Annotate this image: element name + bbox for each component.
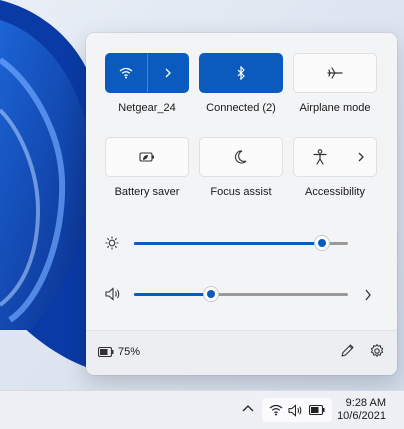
system-tray-button[interactable] xyxy=(262,398,332,422)
accessibility-expand-button[interactable] xyxy=(346,138,376,176)
battery-percent: 75% xyxy=(118,346,141,358)
wifi-label: Netgear_24 xyxy=(118,102,176,114)
chevron-right-icon xyxy=(365,289,371,301)
accessibility-icon xyxy=(313,149,327,165)
brightness-thumb[interactable] xyxy=(315,236,329,250)
quick-settings-panel: Netgear_24 Connected (2) Airplane mode B… xyxy=(86,33,397,375)
speaker-icon[interactable] xyxy=(105,287,121,301)
brightness-row xyxy=(104,232,384,256)
clock-time: 9:28 AM xyxy=(345,397,386,409)
speaker-icon xyxy=(288,403,303,417)
brightness-fill xyxy=(134,242,322,245)
battery-saver-icon xyxy=(139,152,155,162)
battery-icon[interactable] xyxy=(98,347,114,357)
chevron-right-icon xyxy=(357,152,365,162)
battery-icon xyxy=(309,405,325,415)
battery-saver-label: Battery saver xyxy=(114,186,180,198)
volume-fill xyxy=(134,293,211,296)
battery-saver-tile[interactable] xyxy=(105,137,189,177)
edit-pencil-icon[interactable] xyxy=(339,343,355,359)
taskbar-clock[interactable]: 9:28 AM 10/6/2021 xyxy=(337,397,386,423)
wifi-expand-button[interactable] xyxy=(148,54,189,92)
accessibility-toggle[interactable] xyxy=(294,138,346,176)
volume-slider[interactable] xyxy=(134,283,348,307)
brightness-slider[interactable] xyxy=(134,232,348,256)
airplane-tile[interactable] xyxy=(293,53,377,93)
wifi-icon xyxy=(269,404,283,416)
brightness-icon xyxy=(105,236,119,250)
settings-gear-icon[interactable] xyxy=(369,343,385,359)
focus-assist-label: Focus assist xyxy=(210,186,272,198)
quick-settings-footer: 75% xyxy=(86,330,397,375)
moon-icon xyxy=(235,150,247,164)
airplane-icon xyxy=(327,66,343,80)
volume-thumb[interactable] xyxy=(204,287,218,301)
clock-date: 10/6/2021 xyxy=(337,410,386,422)
taskbar: 9:28 AM 10/6/2021 xyxy=(0,390,404,429)
focus-assist-tile[interactable] xyxy=(199,137,283,177)
bluetooth-label: Connected (2) xyxy=(206,102,276,114)
wifi-icon xyxy=(119,67,133,79)
volume-row xyxy=(104,283,384,307)
wifi-tile[interactable] xyxy=(105,53,189,93)
bluetooth-icon xyxy=(236,66,246,80)
chevron-right-icon xyxy=(164,68,172,78)
bluetooth-tile[interactable] xyxy=(199,53,283,93)
accessibility-label: Accessibility xyxy=(305,186,365,198)
airplane-label: Airplane mode xyxy=(299,102,371,114)
accessibility-tile[interactable] xyxy=(293,137,377,177)
wifi-toggle[interactable] xyxy=(106,54,147,92)
volume-expand-button[interactable] xyxy=(364,289,372,301)
chevron-up-icon[interactable] xyxy=(242,404,254,412)
